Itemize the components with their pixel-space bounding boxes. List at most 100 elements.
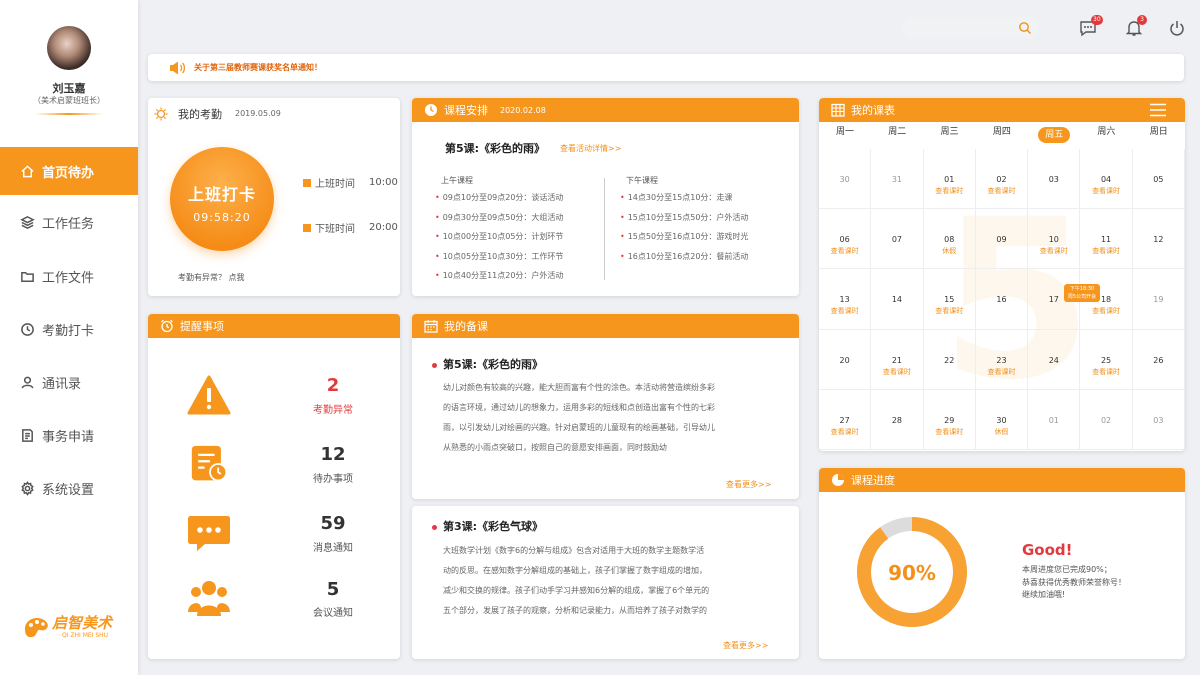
search-icon[interactable] bbox=[1018, 21, 1032, 35]
calendar-day[interactable]: 22 bbox=[923, 329, 976, 390]
calendar-day[interactable]: 16 bbox=[975, 269, 1029, 330]
calendar-day[interactable]: 28 bbox=[871, 389, 924, 450]
day-note[interactable]: 查看课时 bbox=[1080, 306, 1131, 316]
calendar-day[interactable]: 13 查看课时 bbox=[819, 269, 872, 330]
task-list-icon[interactable] bbox=[188, 444, 232, 484]
day-note[interactable]: 查看课时 bbox=[924, 186, 975, 196]
sidebar-item-settings[interactable]: 系统设置 bbox=[0, 464, 138, 512]
calendar-day[interactable]: 21 查看课时 bbox=[871, 329, 924, 390]
calendar-day[interactable]: 01 查看课时 bbox=[923, 149, 976, 210]
day-note[interactable]: 查看课时 bbox=[1080, 367, 1131, 377]
calendar-day[interactable]: 27 查看课时 bbox=[819, 389, 872, 450]
calendar-day[interactable]: 08 休假 bbox=[923, 209, 976, 270]
notice-text[interactable]: 关于第三届教师赛课获奖名单通知！ bbox=[194, 62, 322, 73]
afternoon-title: 下午课程 bbox=[626, 176, 658, 185]
calendar-day[interactable]: 19 bbox=[1132, 269, 1185, 330]
sidebar-item-label: 通讯录 bbox=[42, 376, 82, 392]
search-input[interactable] bbox=[902, 17, 1039, 39]
weekday-5[interactable]: 周六 bbox=[1080, 124, 1132, 137]
day-note[interactable]: 查看课时 bbox=[924, 427, 975, 437]
calendar-day[interactable]: 20 bbox=[819, 329, 872, 390]
day-note[interactable]: 查看课时 bbox=[1080, 186, 1131, 196]
day-note[interactable]: 查看课时 bbox=[976, 186, 1027, 196]
calendar-day[interactable]: 31 bbox=[871, 149, 924, 210]
day-note[interactable]: 查看课时 bbox=[976, 367, 1027, 377]
calendar-day[interactable]: 14 bbox=[871, 269, 924, 330]
weekday-4[interactable]: 周五 bbox=[1038, 127, 1071, 143]
day-number: 28 bbox=[891, 415, 903, 425]
end-time-row: 下班时间 20:00 bbox=[303, 220, 398, 235]
avatar[interactable] bbox=[47, 26, 91, 70]
prep-item-title[interactable]: 第3课:《彩色气球》 bbox=[432, 518, 543, 534]
calendar-day[interactable]: 03 bbox=[1132, 389, 1185, 450]
calendar-day[interactable]: 26 bbox=[1132, 329, 1185, 390]
sidebar-item-home[interactable]: 首页待办 bbox=[0, 147, 138, 195]
day-note[interactable]: 查看课时 bbox=[871, 367, 922, 377]
day-note[interactable]: 查看课时 bbox=[819, 427, 870, 437]
day-note[interactable]: 查看课时 bbox=[1080, 246, 1131, 256]
calendar-day[interactable]: 01 bbox=[1028, 389, 1081, 450]
bullet-square bbox=[303, 178, 311, 187]
attendance-exception-link[interactable]: 考勤有异常？ 点我 bbox=[178, 272, 245, 283]
menu-icon[interactable] bbox=[1150, 103, 1166, 117]
weekday-6[interactable]: 周日 bbox=[1133, 124, 1185, 137]
calendar-day[interactable]: 05 bbox=[1132, 149, 1185, 210]
calendar-day[interactable]: 06 查看课时 bbox=[819, 209, 872, 270]
reminder-label[interactable]: 消息通知 bbox=[293, 539, 373, 554]
sidebar-item-tasks[interactable]: 工作任务 bbox=[0, 198, 138, 246]
day-note[interactable]: 查看课时 bbox=[924, 306, 975, 316]
warning-icon[interactable] bbox=[187, 375, 231, 415]
weekday-0[interactable]: 周一 bbox=[819, 124, 871, 137]
calendar-day[interactable]: 02 查看课时 bbox=[975, 149, 1029, 210]
day-note[interactable]: 查看课时 bbox=[819, 306, 870, 316]
prep-item-title[interactable]: 第5课:《彩色的雨》 bbox=[432, 356, 543, 372]
reminder-label[interactable]: 考勤异常 bbox=[293, 401, 373, 416]
calendar-day[interactable]: 09 bbox=[975, 209, 1029, 270]
reminder-label[interactable]: 会议通知 bbox=[293, 604, 373, 619]
progress-good: Good! bbox=[1022, 541, 1073, 559]
day-note[interactable]: 休假 bbox=[976, 427, 1027, 437]
notifications-button[interactable]: 3 bbox=[1124, 15, 1147, 38]
messages-button[interactable]: 30 bbox=[1078, 15, 1103, 38]
calendar-day[interactable]: 11 查看课时 bbox=[1080, 209, 1133, 270]
weekday-2[interactable]: 周三 bbox=[924, 124, 976, 137]
notice-bar[interactable]: 关于第三届教师赛课获奖名单通知！ bbox=[148, 54, 1184, 81]
power-button[interactable] bbox=[1167, 18, 1187, 38]
list-item: • 14点30分至15点10分：走课 bbox=[620, 193, 733, 202]
weekday-3[interactable]: 周四 bbox=[976, 124, 1028, 137]
day-number: 02 bbox=[996, 175, 1007, 184]
event-tooltip[interactable]: 下午18:30 周5公司开会 bbox=[1064, 284, 1100, 302]
chat-bubble-icon[interactable] bbox=[187, 514, 231, 554]
day-note[interactable]: 查看课时 bbox=[1028, 246, 1079, 256]
calendar-day[interactable]: 02 bbox=[1080, 389, 1133, 450]
punch-in-button[interactable]: 上班打卡 09:58:20 bbox=[170, 147, 274, 251]
sidebar-item-requests[interactable]: 事务申请 bbox=[0, 411, 138, 459]
see-more-link[interactable]: 查看更多>> bbox=[723, 640, 768, 651]
day-note[interactable]: 休假 bbox=[924, 246, 975, 256]
reminder-label[interactable]: 待办事项 bbox=[293, 470, 373, 485]
sidebar-item-attendance[interactable]: 考勤打卡 bbox=[0, 305, 138, 353]
calendar-day[interactable]: 30 bbox=[819, 149, 872, 210]
calendar-day[interactable]: 12 bbox=[1132, 209, 1185, 270]
calendar-day[interactable]: 15 查看课时 bbox=[923, 269, 976, 330]
sidebar-item-contacts[interactable]: 通讯录 bbox=[0, 358, 138, 406]
sidebar-item-files[interactable]: 工作文件 bbox=[0, 252, 138, 300]
calendar-day[interactable]: 10 查看课时 bbox=[1028, 209, 1081, 270]
calendar-day[interactable]: 07 bbox=[871, 209, 924, 270]
calendar-day[interactable]: 30 休假 bbox=[975, 389, 1029, 450]
calendar-day[interactable]: 29 查看课时 bbox=[923, 389, 976, 450]
day-note[interactable]: 查看课时 bbox=[819, 246, 870, 256]
group-icon[interactable] bbox=[187, 578, 231, 618]
calendar-day[interactable]: 25 查看课时 bbox=[1080, 329, 1133, 390]
start-time-label: 上班时间 bbox=[315, 179, 355, 190]
schedule-title: 课程安排 bbox=[444, 104, 488, 117]
calendar-day[interactable]: 03 bbox=[1028, 149, 1081, 210]
calendar-day[interactable]: 24 bbox=[1028, 329, 1081, 390]
activity-detail-link[interactable]: 查看活动详情>> bbox=[560, 143, 621, 154]
calendar-day[interactable]: 04 查看课时 bbox=[1080, 149, 1133, 210]
weekday-1[interactable]: 周二 bbox=[871, 124, 923, 137]
calendar-day[interactable]: 23 查看课时 bbox=[975, 329, 1029, 390]
list-item: • 09点30分至09点50分：大组活动 bbox=[435, 212, 564, 222]
see-more-link[interactable]: 查看更多>> bbox=[726, 479, 771, 490]
sidebar-item-label: 工作任务 bbox=[42, 216, 95, 232]
